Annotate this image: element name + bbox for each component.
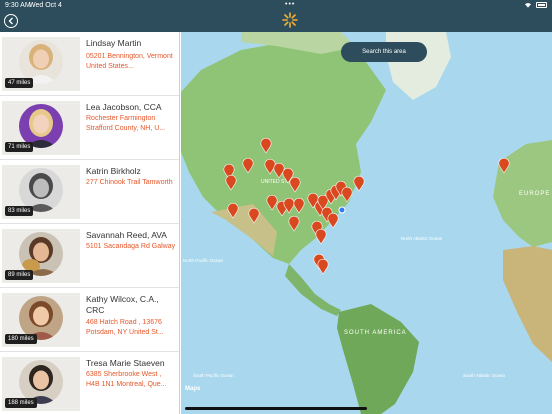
provider-name: Katrin Birkholz: [86, 166, 141, 176]
map-pin-icon[interactable]: [260, 137, 272, 154]
provider-card[interactable]: 180 miles Kathy Wilcox, C.A., CRC 468 Ha…: [0, 288, 179, 352]
maps-attribution: Maps: [185, 386, 201, 392]
sunburst-logo-icon: [282, 12, 298, 28]
provider-address[interactable]: Rochester Farmington Strafford County, N…: [86, 114, 176, 134]
back-button[interactable]: [4, 14, 18, 28]
provider-address[interactable]: 05201 Bennington, Vermont United States.…: [86, 52, 176, 72]
provider-card[interactable]: 71 miles Lea Jacobson, CCA Rochester Far…: [0, 96, 179, 160]
map-pin-icon[interactable]: [315, 228, 327, 245]
map-pin-icon[interactable]: [242, 157, 254, 174]
map-pin-icon[interactable]: [248, 207, 260, 224]
provider-name: Savannah Reed, AVA: [86, 230, 167, 240]
map-pin-icon[interactable]: [353, 175, 365, 192]
map-pin-icon[interactable]: [317, 258, 329, 275]
status-time: 9:30 AM: [5, 2, 31, 9]
distance-badge: 83 miles: [5, 206, 34, 216]
provider-photo-frame: 71 miles: [2, 101, 80, 155]
distance-badge: 89 miles: [5, 270, 34, 280]
map-pin-icon[interactable]: [341, 186, 353, 203]
battery-icon: [536, 2, 547, 8]
home-indicator: [185, 407, 367, 410]
provider-name: Kathy Wilcox, C.A., CRC: [86, 294, 159, 315]
provider-name: Lindsay Martin: [86, 38, 142, 48]
map-view[interactable]: UNITED STATES EUROPE SOUTH AMERICA North…: [181, 32, 552, 414]
map-pin-icon[interactable]: [225, 174, 237, 191]
provider-address[interactable]: 5101 Sacandaga Rd Galway: [86, 242, 176, 252]
distance-badge: 71 miles: [5, 142, 34, 152]
app-root: 9:30 AM Wed Oct 4 ••• 47 miles Lindsay M…: [0, 0, 552, 414]
provider-address[interactable]: 277 Chinook Trail Tamworth: [86, 178, 176, 188]
map-pin-icon[interactable]: [266, 194, 278, 211]
provider-card[interactable]: 89 miles Savannah Reed, AVA 5101 Sacanda…: [0, 224, 179, 288]
provider-card[interactable]: 83 miles Katrin Birkholz 277 Chinook Tra…: [0, 160, 179, 224]
provider-name: Lea Jacobson, CCA: [86, 102, 162, 112]
map-pin-icon[interactable]: [289, 176, 301, 193]
provider-card[interactable]: 47 miles Lindsay Martin 05201 Bennington…: [0, 32, 179, 96]
map-pin-icon[interactable]: [227, 202, 239, 219]
distance-badge: 47 miles: [5, 78, 34, 88]
provider-address[interactable]: 6385 Sherbrooke West , H4B 1N1 Montreal,…: [86, 370, 176, 390]
map-pin-icon[interactable]: [288, 215, 300, 232]
provider-address[interactable]: 468 Hatch Road , 13676 Potsdam, NY Unite…: [86, 318, 176, 338]
provider-photo-frame: 188 miles: [2, 357, 80, 411]
provider-name: Tresa Marie Staeven: [86, 358, 165, 368]
status-date: Wed Oct 4: [29, 2, 62, 9]
wifi-icon: [525, 3, 531, 8]
provider-photo-frame: 89 miles: [2, 229, 80, 283]
provider-photo-frame: 47 miles: [2, 37, 80, 91]
search-this-area-button[interactable]: Search this area: [341, 42, 427, 62]
map-pin-icon[interactable]: [498, 157, 510, 174]
top-bar: 9:30 AM Wed Oct 4 •••: [0, 0, 552, 32]
map-pin-icon[interactable]: [293, 197, 305, 214]
multitasking-dots[interactable]: •••: [285, 1, 295, 8]
distance-badge: 180 miles: [5, 334, 37, 344]
map-pins-layer: [223, 137, 510, 275]
provider-photo-frame: 180 miles: [2, 293, 80, 347]
provider-photo-frame: 83 miles: [2, 165, 80, 219]
map-pin-icon[interactable]: [327, 212, 339, 229]
provider-card[interactable]: 188 miles Tresa Marie Staeven 6385 Sherb…: [0, 352, 179, 414]
map-pin-icon[interactable]: [273, 162, 285, 179]
distance-badge: 188 miles: [5, 398, 37, 408]
provider-list[interactable]: 47 miles Lindsay Martin 05201 Bennington…: [0, 32, 180, 414]
chevron-left-icon: [8, 17, 13, 25]
current-location-dot: [338, 206, 346, 214]
